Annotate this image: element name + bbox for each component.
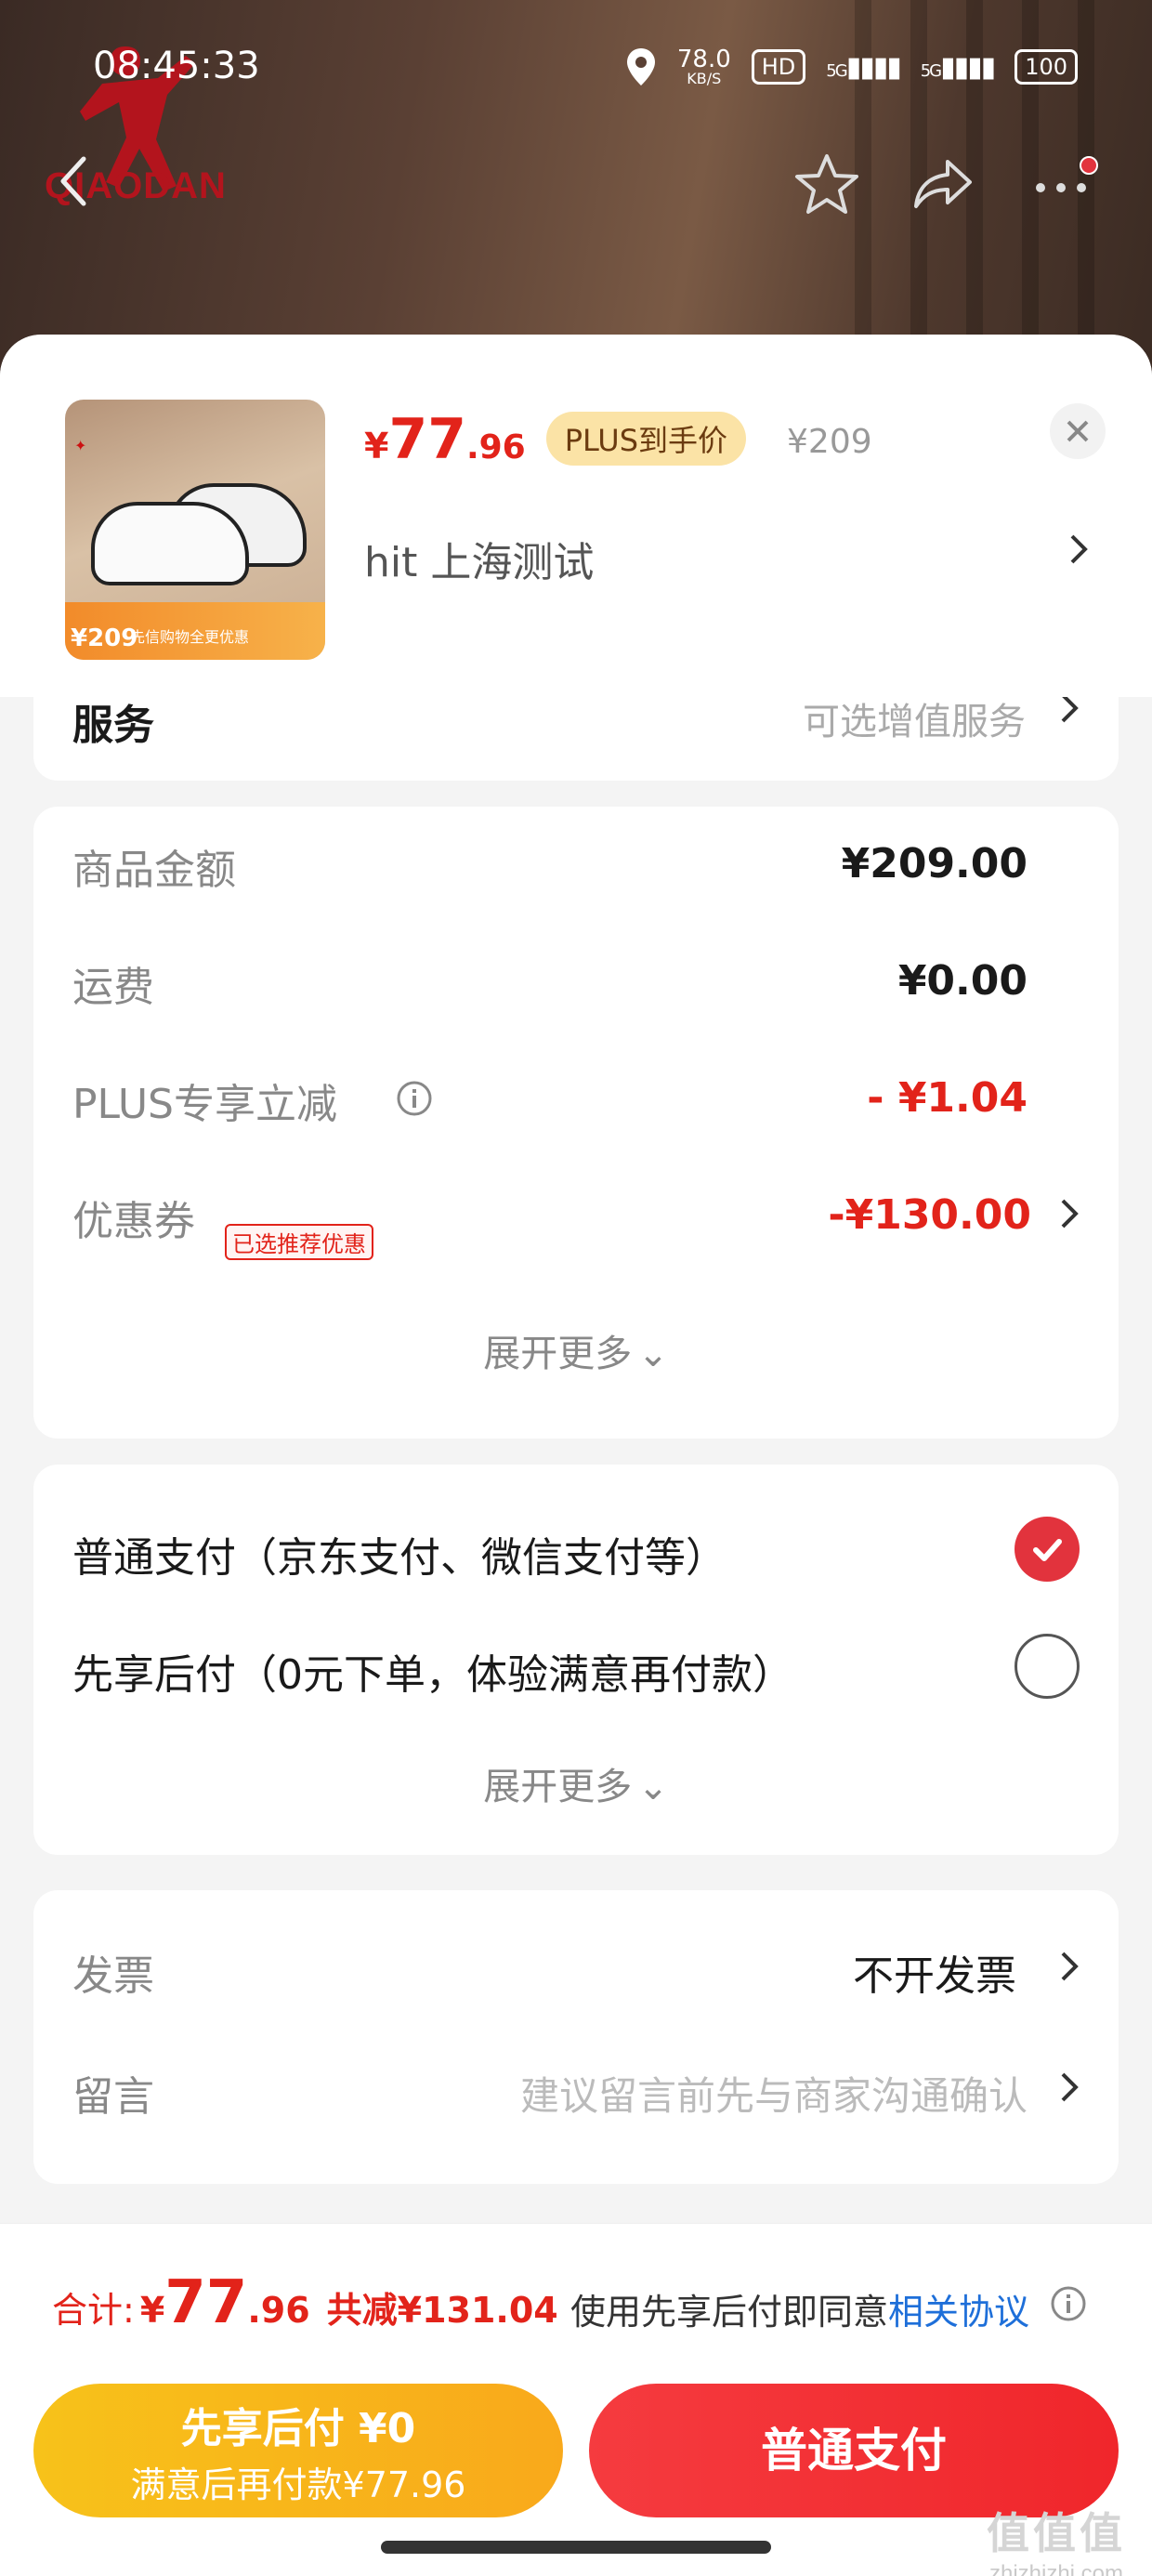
chevron-right-icon: [1061, 2072, 1079, 2102]
watermark-logo: 值值值: [987, 2509, 1126, 2557]
checkout-bar: 合计: ¥ 77 .96 共减¥131.04 使用先享后付即同意相关协议 先享后…: [0, 2223, 1152, 2576]
watermark-url: zhizhizhi.com: [988, 2561, 1124, 2576]
agreement-prefix: 使用先享后付即同意: [570, 2292, 889, 2333]
close-button[interactable]: [1050, 403, 1106, 459]
goods-amount-label: 商品金额: [72, 847, 236, 894]
product-thumbnail: ✦ ¥209 先信购物全更优惠: [65, 400, 325, 660]
order-total: 合计: ¥ 77 .96 共减¥131.04: [52, 2268, 558, 2337]
product-summary: ✦ ¥209 先信购物全更优惠 ¥ 77 .96 PLUS到手价 ¥209 hi…: [0, 335, 1152, 697]
agreement-text: 使用先享后付即同意相关协议: [570, 2283, 1029, 2334]
invoice-message-card: 发票 不开发票 留言 建议留言前先与商家沟通确认: [33, 1890, 1119, 2184]
coupon-value: -¥130.00: [828, 1191, 1031, 1239]
signal-1-icon: 5G▮▮▮▮: [826, 50, 901, 84]
invoice-row[interactable]: 发票 不开发票: [33, 1927, 1119, 2011]
thumb-brand-icon: ✦: [74, 437, 87, 454]
home-indicator[interactable]: [381, 2541, 771, 2554]
price-integer: 77: [388, 407, 466, 472]
expand-more-label: 展开更多: [483, 1766, 633, 1808]
radio-checked-icon[interactable]: [1015, 1517, 1080, 1582]
net-speed: 78.0 KB/S: [676, 46, 731, 87]
chevron-down-icon: ⌄: [637, 1766, 669, 1808]
plus-price-badge: PLUS到手价: [545, 412, 747, 466]
shipping-row: 运费 ¥0.00: [33, 935, 1119, 1019]
status-icons: 78.0 KB/S HD 5G▮▮▮▮ 5G▮▮▮▮ 100: [625, 46, 1078, 87]
coupon-label: 优惠券: [72, 1198, 195, 1245]
price-currency: ¥: [364, 426, 389, 467]
expand-more-label: 展开更多: [483, 1333, 633, 1375]
thumb-banner-text: 先信购物全更优惠: [130, 628, 250, 646]
total-currency: ¥: [139, 2290, 165, 2331]
shoe-image: [91, 502, 249, 585]
message-placeholder: 建议留言前先与商家沟通确认: [519, 2073, 1028, 2119]
status-time: 08:45:33: [93, 45, 260, 87]
thumb-price: ¥209: [71, 624, 138, 652]
payment-option-normal[interactable]: 普通支付（京东支付、微信支付等）: [33, 1507, 1119, 1591]
shipping-label: 运费: [72, 964, 154, 1011]
total-savings: 共减¥131.04: [326, 2290, 558, 2331]
invoice-value: 不开发票: [853, 1952, 1016, 2000]
share-icon[interactable]: [909, 149, 979, 219]
payment-option-label: 先享后付（0元下单，体验满意再付款）: [72, 1651, 793, 1699]
invoice-label: 发票: [72, 1952, 154, 2000]
original-price: ¥209: [787, 423, 872, 461]
normal-pay-button[interactable]: 普通支付: [589, 2384, 1119, 2517]
agreement-link[interactable]: 相关协议: [888, 2292, 1029, 2333]
notification-dot: [1080, 156, 1098, 175]
total-integer: 77: [164, 2268, 248, 2337]
hd-indicator: HD: [751, 49, 806, 85]
plus-discount-row: PLUS专享立减 - ¥1.04: [33, 1052, 1119, 1136]
plus-discount-value: - ¥1.04: [867, 1074, 1028, 1122]
spec-text: hit 上海测试: [364, 539, 595, 586]
payment-option-later[interactable]: 先享后付（0元下单，体验满意再付款）: [33, 1624, 1119, 1708]
signal-2-icon: 5G▮▮▮▮: [920, 50, 996, 84]
service-label: 服务: [72, 702, 154, 749]
shipping-value: ¥0.00: [897, 957, 1028, 1005]
status-bar: 08:45:33 78.0 KB/S HD 5G▮▮▮▮ 5G▮▮▮▮ 100: [0, 37, 1152, 102]
service-card[interactable]: 服务 可选增值服务: [33, 697, 1119, 781]
chevron-down-icon: ⌄: [637, 1333, 669, 1375]
chevron-right-icon: [1061, 1199, 1079, 1229]
goods-amount-value: ¥209.00: [841, 840, 1028, 887]
total-decimal: .96: [247, 2290, 310, 2331]
radio-unchecked-icon[interactable]: [1015, 1634, 1080, 1699]
normal-pay-label: 普通支付: [761, 2424, 947, 2477]
payment-option-label: 普通支付（京东支付、微信支付等）: [72, 1534, 727, 1582]
favorite-star-icon[interactable]: [792, 149, 862, 219]
pay-later-title: 先享后付 ¥0: [180, 2405, 416, 2452]
battery-icon: 100: [1015, 49, 1078, 85]
info-icon[interactable]: [396, 1080, 433, 1117]
plus-discount-label: PLUS专享立减: [72, 1081, 337, 1128]
payment-card: 普通支付（京东支付、微信支付等） 先享后付（0元下单，体验满意再付款） 展开更多…: [33, 1465, 1119, 1855]
chevron-right-icon: [1061, 697, 1079, 723]
pay-later-button[interactable]: 先享后付 ¥0 满意后再付款¥77.96: [33, 2384, 563, 2517]
expand-more-amounts[interactable]: 展开更多 ⌄: [33, 1323, 1119, 1377]
pay-later-subtitle: 满意后再付款¥77.96: [130, 2464, 466, 2505]
chevron-right-icon: [1070, 534, 1088, 564]
service-hint: 可选增值服务: [803, 701, 1026, 743]
back-arrow-icon[interactable]: [56, 153, 93, 209]
price-decimal: .96: [465, 428, 526, 467]
close-icon: [1067, 420, 1089, 442]
price-row: ¥ 77 .96 PLUS到手价 ¥209: [364, 407, 872, 473]
location-icon: [626, 48, 655, 85]
goods-amount-row: 商品金额 ¥209.00: [33, 818, 1119, 901]
message-label: 留言: [72, 2073, 154, 2121]
expand-more-payment[interactable]: 展开更多 ⌄: [33, 1756, 1119, 1810]
header-actions: [792, 149, 1096, 219]
total-label: 合计:: [52, 2290, 135, 2331]
spec-selector[interactable]: hit 上海测试: [364, 516, 1089, 590]
info-icon[interactable]: [1050, 2285, 1087, 2322]
amount-card: 商品金额 ¥209.00 运费 ¥0.00 PLUS专享立减 - ¥1.04 优…: [33, 807, 1119, 1439]
coupon-recommended-tag: 已选推荐优惠: [225, 1224, 373, 1260]
coupon-row[interactable]: 优惠券 -¥130.00: [33, 1169, 1119, 1253]
message-row[interactable]: 留言 建议留言前先与商家沟通确认: [33, 2048, 1119, 2132]
chevron-right-icon: [1061, 1952, 1079, 1981]
watermark: 值值值 zhizhizhi.com: [987, 2500, 1126, 2576]
